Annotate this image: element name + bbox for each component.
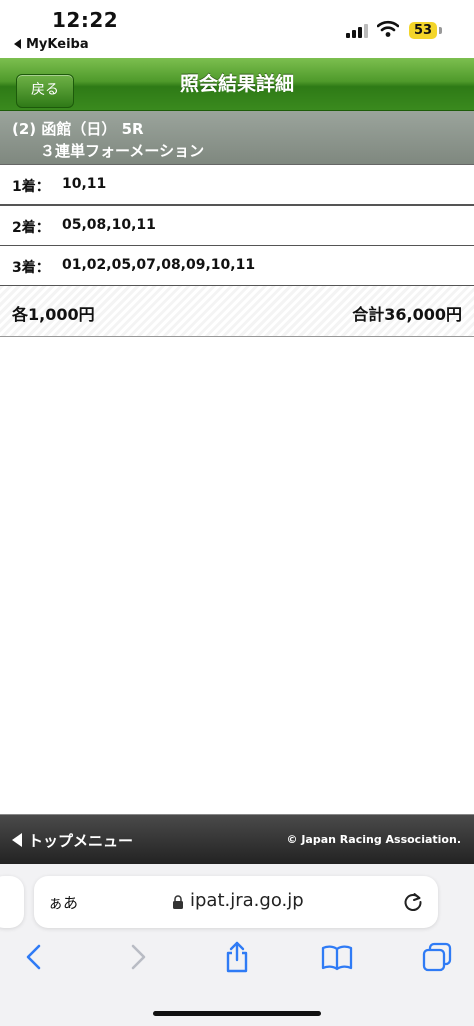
share-icon[interactable] (220, 940, 254, 974)
row-value: 01,02,05,07,08,09,10,11 (62, 257, 256, 273)
address-bar[interactable]: ぁあ ipat.jra.go.jp (34, 876, 438, 928)
status-time: 12:22 (52, 8, 119, 32)
battery-icon: 53 (409, 22, 437, 39)
amount-each: 各1,000円 (12, 305, 95, 324)
row-label: 3着： (12, 260, 50, 276)
app-header: 戻る 照会結果詳細 (0, 58, 474, 111)
copyright-text: © Japan Racing Association. (286, 833, 462, 846)
bet-type: ３連単フォーメーション (40, 142, 205, 160)
previous-tab-preview[interactable] (0, 876, 24, 928)
amount-total: 合計36,000円 (352, 305, 462, 324)
top-menu-label: トップメニュー (28, 832, 134, 850)
status-bar: 12:22 MyKeiba 53 (0, 0, 474, 58)
wifi-icon (377, 20, 399, 37)
cellular-signal-icon (346, 22, 370, 38)
second-place-row: 2着： 05,08,10,11 (0, 206, 474, 247)
lock-icon (173, 895, 183, 909)
race-info-panel: (2) 函館（日） 5R ３連単フォーメーション (0, 111, 474, 165)
battery-nub (439, 27, 442, 34)
tabs-icon[interactable] (420, 940, 454, 974)
back-button-wrap[interactable]: 戻る (8, 66, 74, 108)
back-to-app-link[interactable]: MyKeiba (14, 37, 89, 52)
back-app-label: MyKeiba (26, 37, 89, 52)
back-nav-icon[interactable] (18, 940, 52, 974)
url-text[interactable]: ipat.jra.go.jp (190, 890, 304, 911)
reload-icon[interactable] (402, 890, 424, 912)
first-place-row: 1着： 10,11 (0, 165, 474, 206)
back-triangle-icon (14, 38, 21, 49)
left-triangle-icon (12, 832, 22, 847)
row-label: 1着： (12, 179, 50, 195)
total-row: 各1,000円 合計36,000円 (0, 286, 474, 337)
race-venue: (2) 函館（日） 5R (12, 120, 144, 138)
row-label: 2着： (12, 220, 50, 236)
page-settings-button[interactable]: ぁあ (48, 892, 78, 913)
row-value: 05,08,10,11 (62, 217, 156, 233)
footer-bar: トップメニュー © Japan Racing Association. (0, 814, 474, 865)
third-place-row: 3着： 01,02,05,07,08,09,10,11 (0, 246, 474, 287)
top-menu-link[interactable]: トップメニュー (12, 830, 133, 851)
bookmarks-icon[interactable] (320, 940, 354, 974)
forward-nav-icon[interactable] (120, 940, 154, 974)
browser-toolbar: ぁあ ipat.jra.go.jp (0, 864, 474, 1026)
row-value: 10,11 (62, 176, 107, 192)
back-button[interactable]: 戻る (16, 74, 74, 108)
home-indicator[interactable] (153, 1011, 321, 1016)
